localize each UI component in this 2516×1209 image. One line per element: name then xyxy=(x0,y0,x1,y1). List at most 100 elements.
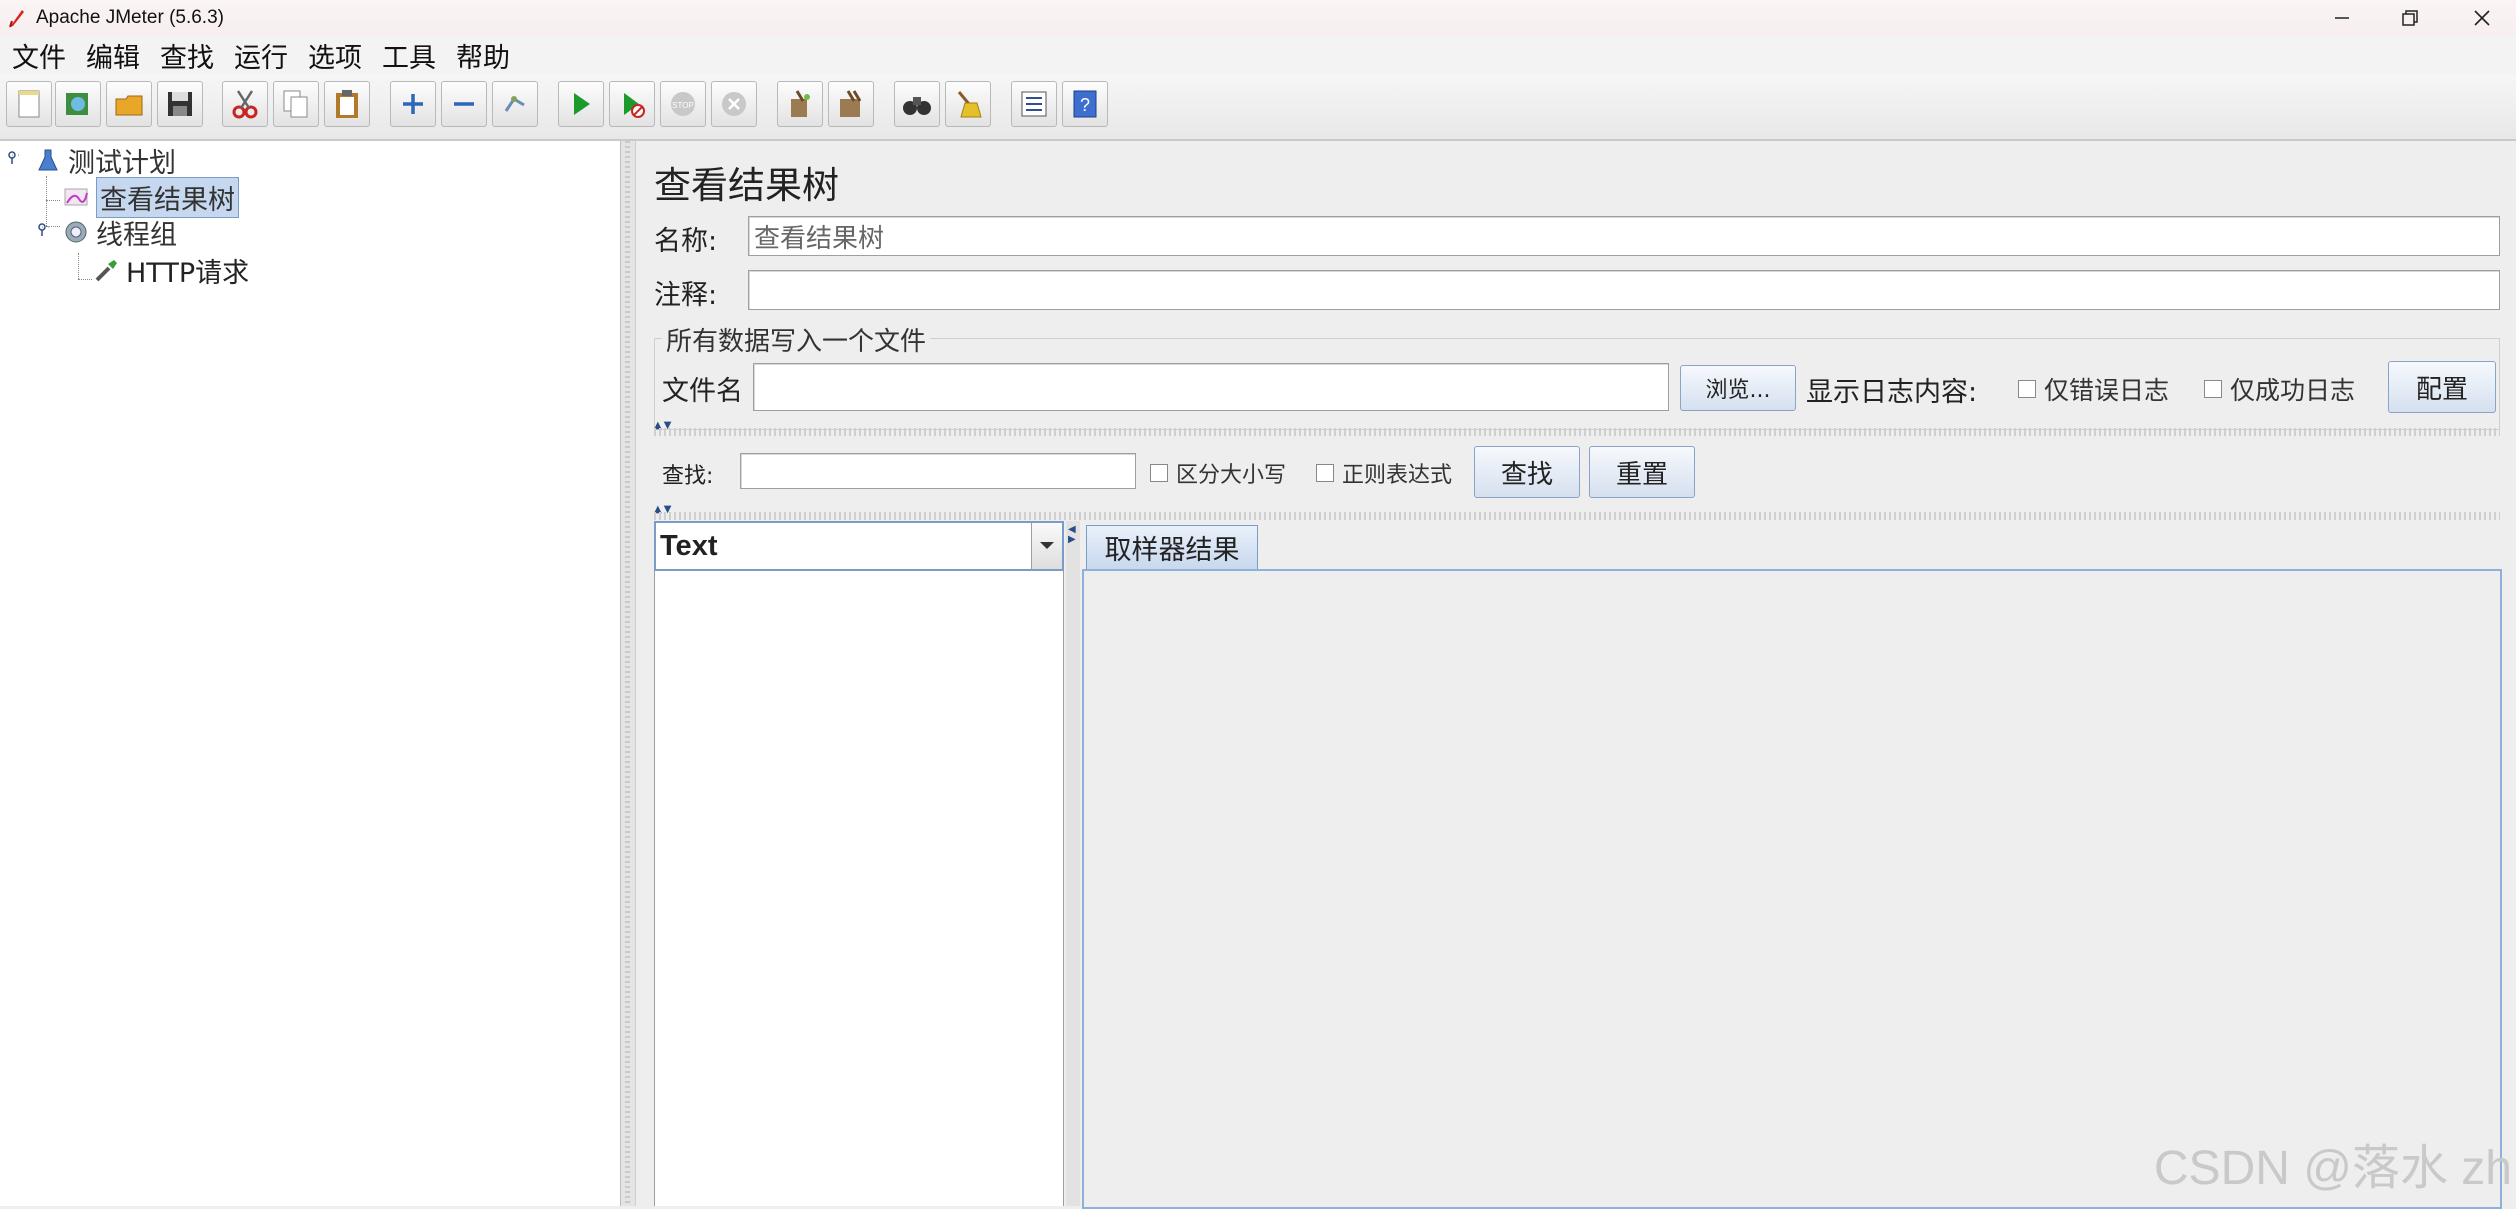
templates-icon xyxy=(66,93,88,115)
menu-edit[interactable]: 编辑 xyxy=(86,36,140,75)
search-label: 查找: xyxy=(662,464,714,489)
horizontal-splitter[interactable] xyxy=(654,428,2500,436)
minimize-button[interactable] xyxy=(2308,0,2376,35)
errors-only-checkbox[interactable]: 仅错误日志 xyxy=(2018,371,2169,407)
name-field[interactable] xyxy=(748,216,2500,256)
toggle-icon xyxy=(504,96,525,112)
new-button[interactable] xyxy=(6,81,52,127)
tree-node-thread-group[interactable]: 线程组 xyxy=(62,215,177,251)
success-only-checkbox[interactable]: 仅成功日志 xyxy=(2204,371,2355,407)
checkbox-box xyxy=(1150,464,1168,482)
menu-options[interactable]: 选项 xyxy=(308,36,362,75)
success-only-label: 仅成功日志 xyxy=(2230,376,2356,405)
clear-button[interactable] xyxy=(777,81,823,127)
binoculars-icon xyxy=(903,97,931,115)
open-icon xyxy=(115,95,143,116)
menu-bar: 文件 编辑 查找 运行 选项 工具 帮助 xyxy=(0,35,2516,75)
menu-run[interactable]: 运行 xyxy=(234,36,288,75)
tree-node-label: 查看结果树 xyxy=(96,176,239,218)
pipette-icon xyxy=(95,260,117,282)
tree-expand-handle[interactable] xyxy=(38,223,52,237)
checkbox-box xyxy=(2018,380,2036,398)
shutdown-button[interactable] xyxy=(711,81,757,127)
menu-tools[interactable]: 工具 xyxy=(382,36,436,75)
help-button[interactable]: ? xyxy=(1062,81,1108,127)
collapse-all-button[interactable] xyxy=(441,81,487,127)
comment-field[interactable] xyxy=(748,270,2500,310)
templates-button[interactable] xyxy=(55,81,101,127)
new-icon xyxy=(18,90,40,118)
start-icon xyxy=(574,93,590,115)
restore-button[interactable] xyxy=(2376,0,2444,35)
errors-only-label: 仅错误日志 xyxy=(2044,376,2170,405)
regex-checkbox[interactable]: 正则表达式 xyxy=(1316,457,1452,489)
search-input[interactable] xyxy=(740,453,1136,489)
expand-all-button[interactable] xyxy=(390,81,436,127)
result-tabs: 取样器结果 xyxy=(1082,521,2502,1209)
search-button[interactable] xyxy=(894,81,940,127)
split-arrows: ◀ ▶ xyxy=(1068,524,1076,545)
checkbox-box xyxy=(1316,464,1334,482)
find-button[interactable]: 查找 xyxy=(1474,446,1580,498)
tree-node-label: 测试计划 xyxy=(68,147,176,179)
reset-search-button[interactable] xyxy=(945,81,991,127)
open-button[interactable] xyxy=(106,81,152,127)
title-bar: Apache JMeter (5.6.3) xyxy=(0,0,2516,35)
results-splitter[interactable]: ◀ ▶ xyxy=(1066,521,1080,1206)
comment-label: 注释: xyxy=(654,280,718,311)
case-sensitive-label: 区分大小写 xyxy=(1176,463,1287,488)
clear-all-icon xyxy=(840,90,862,117)
close-button[interactable] xyxy=(2448,0,2516,35)
toggle-button[interactable] xyxy=(492,81,538,127)
collapse-icon xyxy=(454,102,474,106)
browse-button[interactable]: 浏览... xyxy=(1680,365,1796,411)
function-helper-button[interactable] xyxy=(1011,81,1057,127)
tree-node-view-results-tree[interactable]: 查看结果树 xyxy=(62,176,239,218)
copy-button[interactable] xyxy=(273,81,319,127)
tree-node-http-request[interactable]: HTTP请求 xyxy=(92,253,250,289)
watermark: CSDN @落水 zh xyxy=(2153,1142,2512,1195)
menu-file[interactable]: 文件 xyxy=(12,36,66,75)
chevron-down-icon[interactable] xyxy=(1031,523,1062,569)
cut-icon xyxy=(232,90,258,119)
configure-button[interactable]: 配置 xyxy=(2388,361,2496,413)
paste-button[interactable] xyxy=(324,81,370,127)
tree-node-label: HTTP请求 xyxy=(126,257,250,289)
gear-icon xyxy=(65,221,87,243)
horizontal-splitter[interactable] xyxy=(654,512,2500,520)
menu-help[interactable]: 帮助 xyxy=(456,36,510,75)
restore-icon xyxy=(2402,9,2418,26)
filename-field[interactable] xyxy=(753,363,1669,411)
paste-icon xyxy=(336,90,358,118)
case-sensitive-checkbox[interactable]: 区分大小写 xyxy=(1150,457,1286,489)
vertical-splitter[interactable] xyxy=(621,141,636,1206)
start-no-pause-button[interactable] xyxy=(609,81,655,127)
start-button[interactable] xyxy=(558,81,604,127)
sample-result-list[interactable] xyxy=(654,571,1064,1206)
start-no-pause-icon xyxy=(624,93,645,118)
clear-all-button[interactable] xyxy=(828,81,874,127)
help-icon: ? xyxy=(1073,90,1097,118)
toolbar: STOP ? xyxy=(0,75,2516,141)
close-icon xyxy=(2474,9,2490,26)
write-to-file-group-title: 所有数据写入一个文件 xyxy=(662,321,931,358)
stop-icon: STOP xyxy=(671,92,695,116)
minimize-icon xyxy=(2335,16,2349,19)
filename-label: 文件名 xyxy=(662,376,743,407)
sampler-result-content xyxy=(1082,569,2502,1209)
save-icon xyxy=(168,92,192,116)
tree-expand-handle[interactable] xyxy=(8,151,22,165)
renderer-select[interactable]: Text xyxy=(654,521,1064,571)
function-helper-icon xyxy=(1021,91,1047,117)
reset-button[interactable]: 重置 xyxy=(1589,446,1695,498)
tree-node-label: 线程组 xyxy=(96,219,177,251)
flask-icon xyxy=(38,149,58,171)
stop-button[interactable]: STOP xyxy=(660,81,706,127)
checkbox-box xyxy=(2204,380,2222,398)
tree-node-test-plan[interactable]: 测试计划 xyxy=(34,143,176,179)
cut-button[interactable] xyxy=(222,81,268,127)
save-button[interactable] xyxy=(157,81,203,127)
tab-sampler-result[interactable]: 取样器结果 xyxy=(1086,525,1258,569)
menu-search[interactable]: 查找 xyxy=(160,36,214,75)
tree-connector xyxy=(46,176,47,226)
